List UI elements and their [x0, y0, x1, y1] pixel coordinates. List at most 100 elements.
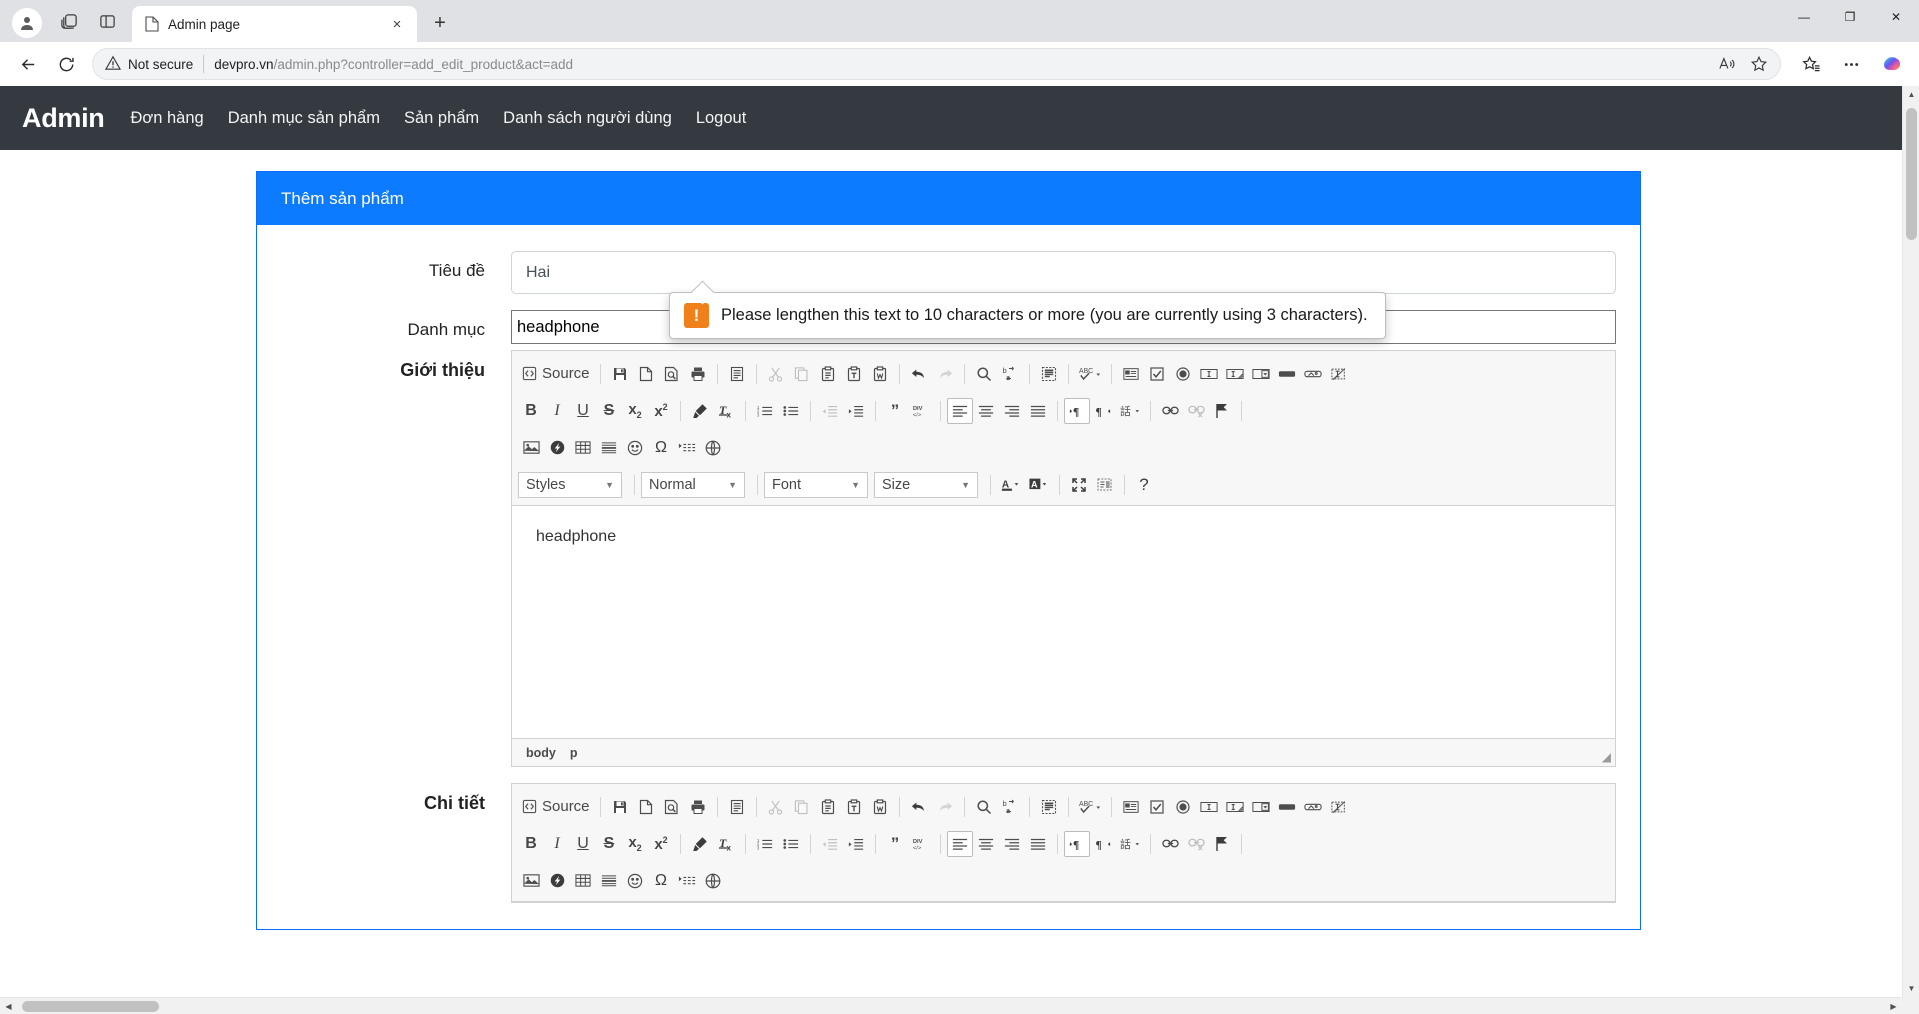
page-break-icon[interactable] [674, 868, 700, 894]
source-icon[interactable]: Source [518, 361, 594, 387]
back-arrow-icon[interactable] [10, 46, 46, 82]
italic-icon[interactable]: I [544, 831, 570, 857]
background-color-icon[interactable]: A [1025, 472, 1053, 498]
maximize-icon[interactable] [1066, 472, 1092, 498]
size-dropdown[interactable]: Size▼ [874, 472, 978, 498]
remove-format-icon[interactable] [687, 831, 713, 857]
admin-brand[interactable]: Admin [22, 103, 105, 134]
print-icon[interactable] [685, 361, 711, 387]
spellcheck-icon[interactable]: ABC [1075, 361, 1105, 387]
link-icon[interactable] [1157, 831, 1183, 857]
refresh-icon[interactable] [48, 46, 84, 82]
redo-icon[interactable] [932, 794, 958, 820]
decrease-indent-icon[interactable] [817, 831, 843, 857]
show-blocks-icon[interactable] [1092, 472, 1118, 498]
paste-text-icon[interactable] [841, 361, 867, 387]
bold-icon[interactable]: B [518, 831, 544, 857]
text-field-icon[interactable] [1196, 361, 1222, 387]
resize-handle[interactable]: ◢ [1602, 750, 1611, 764]
find-icon[interactable] [971, 361, 997, 387]
language-icon[interactable]: 話 [1116, 831, 1144, 857]
select-field-icon[interactable] [1248, 361, 1274, 387]
close-icon[interactable]: × [385, 12, 409, 36]
special-char-icon[interactable]: Ω [648, 435, 674, 461]
preview-icon[interactable] [659, 361, 685, 387]
copy-icon[interactable] [789, 794, 815, 820]
numbered-list-icon[interactable]: 123 [752, 398, 778, 424]
hidden-field-icon[interactable] [1326, 794, 1352, 820]
underline-icon[interactable]: U [570, 398, 596, 424]
save-icon[interactable] [607, 361, 633, 387]
vertical-scrollbar[interactable]: ▲ ▼ [1902, 86, 1919, 997]
vertical-scroll-thumb[interactable] [1906, 108, 1917, 240]
anchor-icon[interactable] [1209, 398, 1235, 424]
font-dropdown[interactable]: Font▼ [764, 472, 868, 498]
decrease-indent-icon[interactable] [817, 398, 843, 424]
image-icon[interactable] [518, 868, 544, 894]
split-screen-icon[interactable] [88, 4, 126, 38]
maximize-button[interactable]: ❐ [1827, 0, 1873, 34]
align-right-icon[interactable] [999, 398, 1025, 424]
page-break-icon[interactable] [674, 435, 700, 461]
flash-icon[interactable] [544, 868, 570, 894]
paste-icon[interactable] [815, 361, 841, 387]
window-close-button[interactable]: ✕ [1873, 0, 1919, 34]
div-container-icon[interactable]: DIV</> [908, 831, 934, 857]
copy-formatting-icon[interactable]: Tx [713, 398, 739, 424]
copy-formatting-icon[interactable]: Tx [713, 831, 739, 857]
checkbox-icon[interactable] [1144, 794, 1170, 820]
strikethrough-icon[interactable]: S [596, 398, 622, 424]
textarea-icon[interactable] [1222, 794, 1248, 820]
scroll-up-arrow[interactable]: ▲ [1903, 86, 1919, 103]
horizontal-rule-icon[interactable] [596, 435, 622, 461]
underline-icon[interactable]: U [570, 831, 596, 857]
replace-icon[interactable]: ba [997, 794, 1023, 820]
select-all-icon[interactable] [1036, 794, 1062, 820]
superscript-icon[interactable]: x2 [648, 831, 674, 857]
undo-icon[interactable] [906, 794, 932, 820]
paste-word-icon[interactable] [867, 794, 893, 820]
cut-icon[interactable] [763, 794, 789, 820]
subscript-icon[interactable]: x2 [622, 398, 648, 424]
button-icon[interactable] [1274, 794, 1300, 820]
star-icon[interactable] [1744, 50, 1774, 78]
bulleted-list-icon[interactable] [778, 398, 804, 424]
ltr-icon[interactable]: ¶ [1064, 398, 1090, 424]
nav-link-logout[interactable]: Logout [684, 109, 758, 128]
security-status[interactable]: Not secure [105, 55, 193, 74]
cut-icon[interactable] [763, 361, 789, 387]
collections-icon[interactable] [1793, 46, 1829, 82]
increase-indent-icon[interactable] [843, 831, 869, 857]
address-bar[interactable]: Not secure devpro.vn/admin.php?controlle… [92, 48, 1781, 80]
bulleted-list-icon[interactable] [778, 831, 804, 857]
flash-icon[interactable] [544, 435, 570, 461]
replace-icon[interactable]: ba [997, 361, 1023, 387]
align-center-icon[interactable] [973, 831, 999, 857]
ltr-icon[interactable]: ¶ [1064, 831, 1090, 857]
blockquote-icon[interactable]: ” [882, 398, 908, 424]
about-icon[interactable]: ? [1131, 472, 1157, 498]
image-icon[interactable] [518, 435, 544, 461]
copilot-icon[interactable] [1873, 46, 1909, 82]
nav-link-categories[interactable]: Danh mục sản phẩm [216, 109, 392, 128]
bold-icon[interactable]: B [518, 398, 544, 424]
table-icon[interactable] [570, 868, 596, 894]
form-icon[interactable] [1118, 794, 1144, 820]
spellcheck-icon[interactable]: ABC [1075, 794, 1105, 820]
title-input[interactable] [511, 251, 1616, 294]
templates-icon[interactable] [724, 794, 750, 820]
styles-dropdown[interactable]: Styles▼ [518, 472, 622, 498]
scroll-down-arrow[interactable]: ▼ [1903, 980, 1919, 997]
profile-icon[interactable] [12, 8, 42, 38]
align-center-icon[interactable] [973, 398, 999, 424]
scroll-right-arrow[interactable]: ▶ [1885, 998, 1902, 1014]
paste-text-icon[interactable] [841, 794, 867, 820]
hidden-field-icon[interactable] [1326, 361, 1352, 387]
image-button-icon[interactable] [1300, 361, 1326, 387]
paste-icon[interactable] [815, 794, 841, 820]
minimize-button[interactable]: — [1781, 0, 1827, 34]
link-icon[interactable] [1157, 398, 1183, 424]
special-char-icon[interactable]: Ω [648, 868, 674, 894]
align-left-icon[interactable] [947, 398, 973, 424]
horizontal-scrollbar[interactable]: ◀ ▶ [0, 997, 1902, 1014]
